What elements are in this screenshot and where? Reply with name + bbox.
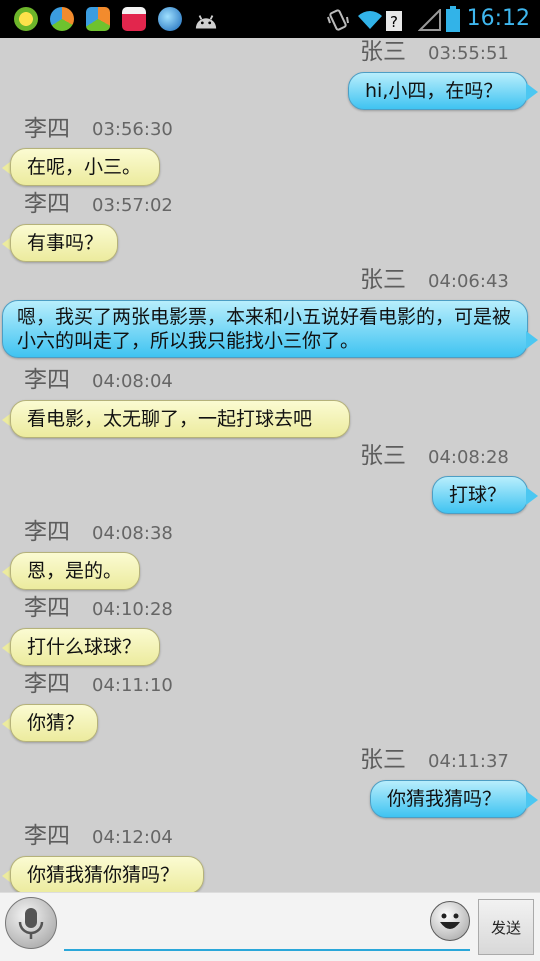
battery-icon — [446, 6, 460, 32]
status-clock: 16:12 — [466, 6, 530, 31]
sender-name: 张三 — [360, 39, 406, 65]
microphone-icon — [18, 908, 44, 939]
message-time: 04:10:28 — [92, 599, 173, 620]
message-time: 04:11:10 — [92, 675, 173, 696]
message-bubble-right[interactable]: hi,小四，在吗？ — [348, 72, 528, 110]
wifi-icon — [358, 11, 382, 29]
message-bubble-left[interactable]: 看电影，太无聊了，一起打球去吧 — [10, 400, 350, 438]
chat-message-list[interactable]: 张三 03:55:51 hi,小四，在吗？ 李四 03:56:30 在呢，小三。… — [0, 38, 540, 892]
message-bubble-left[interactable]: 恩，是的。 — [10, 552, 140, 590]
android-icon — [195, 15, 217, 29]
sender-name: 李四 — [24, 191, 70, 217]
message-bubble-right[interactable]: 打球？ — [432, 476, 528, 514]
sender-name: 张三 — [360, 267, 406, 293]
no-signal-icon — [418, 9, 441, 31]
sender-name: 李四 — [24, 823, 70, 849]
message-time: 04:08:04 — [92, 371, 173, 392]
message-bubble-left[interactable]: 你猜我猜你猜吗？ — [10, 856, 204, 892]
message-bubble-left[interactable]: 打什么球球？ — [10, 628, 160, 666]
sender-name: 李四 — [24, 595, 70, 621]
sender-name: 李四 — [24, 519, 70, 545]
message-bubble-left[interactable]: 有事吗？ — [10, 224, 118, 262]
bubble-tail — [526, 487, 538, 505]
message-bubble-left[interactable]: 在呢，小三。 — [10, 148, 160, 186]
browser-globe-icon — [158, 7, 182, 31]
voice-input-button[interactable] — [5, 897, 57, 949]
message-time: 04:06:43 — [428, 271, 509, 292]
send-button[interactable]: 发送 — [478, 899, 534, 955]
message-time: 04:08:28 — [428, 447, 509, 468]
message-time: 03:57:02 — [92, 195, 173, 216]
bubble-tail — [526, 83, 538, 101]
data-question-icon: ? — [386, 11, 402, 31]
sender-name: 张三 — [360, 443, 406, 469]
sender-name: 李四 — [24, 116, 70, 142]
message-bubble-right[interactable]: 你猜我猜吗？ — [370, 780, 528, 818]
app-store-icon — [50, 7, 74, 31]
bubble-tail — [526, 331, 538, 349]
add-app-icon — [14, 7, 38, 31]
message-bubble-right[interactable]: 嗯，我买了两张电影票，本来和小五说好看电影的，可是被小六的叫走了，所以我只能找小… — [2, 300, 528, 358]
message-time: 03:55:51 — [428, 43, 509, 64]
smiley-icon — [440, 913, 460, 929]
message-time: 04:12:04 — [92, 827, 173, 848]
game-icon — [122, 7, 146, 31]
sender-name: 李四 — [24, 671, 70, 697]
vibrate-icon — [327, 9, 349, 31]
emoji-button[interactable] — [430, 901, 470, 941]
message-input-bar: 发送 — [0, 892, 540, 961]
bubble-tail — [526, 791, 538, 809]
message-time: 03:56:30 — [92, 119, 173, 140]
app-store-icon — [86, 7, 110, 31]
svg-text:?: ? — [390, 13, 398, 31]
message-time: 04:11:37 — [428, 751, 509, 772]
sender-name: 张三 — [360, 747, 406, 773]
message-time: 04:08:38 — [92, 523, 173, 544]
sender-name: 李四 — [24, 367, 70, 393]
message-input[interactable] — [64, 901, 470, 951]
message-bubble-left[interactable]: 你猜？ — [10, 704, 98, 742]
status-bar: ? 16:12 — [0, 0, 540, 38]
